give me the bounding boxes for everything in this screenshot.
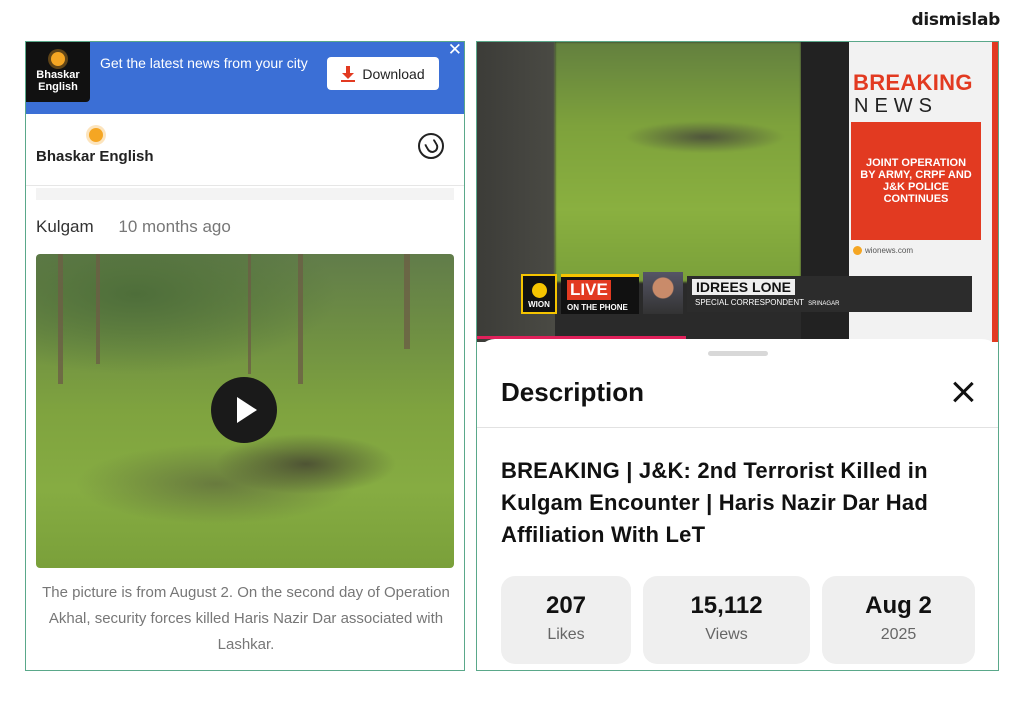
- tree-trunk: [96, 254, 100, 364]
- source-url: wionews.com: [853, 246, 913, 255]
- live-box: LIVE ON THE PHONE: [561, 274, 639, 314]
- stat-label: 2025: [880, 626, 917, 643]
- app-download-banner: Bhaskar English Get the latest news from…: [26, 42, 464, 114]
- tree-trunk: [404, 254, 410, 349]
- headline-box: JOINT OPERATION BY ARMY, CRPF AND J&K PO…: [851, 122, 981, 240]
- reporter-role: SPECIAL CORRESPONDENT: [695, 298, 805, 307]
- video-scene: [555, 42, 801, 282]
- lower-third: WION LIVE ON THE PHONE IDREES LONE SPECI…: [521, 272, 972, 314]
- tree-trunk: [248, 254, 251, 374]
- banner-text: Get the latest news from your city: [100, 55, 308, 71]
- youtube-screenshot: BREAKING NEWS JOINT OPERATION BY ARMY, C…: [476, 41, 999, 671]
- whatsapp-icon[interactable]: [418, 133, 444, 159]
- tree-trunk: [298, 254, 303, 384]
- reporter-role-line: SPECIAL CORRESPONDENT SRINAGAR: [695, 298, 839, 307]
- divider: [36, 188, 454, 200]
- drag-handle[interactable]: [708, 351, 768, 356]
- download-label: Download: [362, 65, 425, 82]
- wion-logo: WION: [521, 274, 557, 314]
- app-logo-line1: Bhaskar: [36, 68, 80, 81]
- breaking-label: BREAKING: [853, 70, 973, 95]
- stat-value: 207: [545, 592, 587, 619]
- news-label: NEWS: [854, 95, 938, 117]
- banner-close-icon[interactable]: ✕: [448, 42, 462, 60]
- divider: [477, 427, 998, 428]
- stat-value: Aug 2: [865, 592, 932, 619]
- sun-icon: [89, 128, 103, 142]
- bhaskar-screenshot: Bhaskar English Get the latest news from…: [25, 41, 465, 671]
- wion-logo-text: WION: [528, 300, 550, 309]
- reporter-city: SRINAGAR: [808, 301, 840, 307]
- description-sheet: Description BREAKING | J&K: 2nd Terroris…: [477, 339, 998, 670]
- image-caption: The picture is from August 2. On the sec…: [42, 584, 450, 653]
- video-thumbnail[interactable]: [36, 254, 454, 568]
- stat-value: 15,112: [690, 592, 763, 619]
- stat-label: Views: [705, 626, 748, 643]
- stat-date: Aug 2 2025: [822, 576, 975, 664]
- watermark-logo: dismislab: [911, 10, 1000, 30]
- on-phone-label: ON THE PHONE: [567, 303, 628, 312]
- article-meta: Kulgam 10 months ago: [36, 217, 231, 237]
- download-icon: [341, 65, 356, 82]
- stat-likes: 207 Likes: [501, 576, 631, 664]
- video-title: BREAKING | J&K: 2nd Terrorist Killed in …: [501, 458, 928, 547]
- stat-label: Likes: [547, 626, 585, 643]
- wion-dot-icon: [853, 246, 862, 255]
- sheet-title: Description: [501, 377, 645, 407]
- source-url-text: wionews.com: [865, 246, 914, 255]
- stat-views: 15,112 Views: [643, 576, 810, 664]
- app-logo-line2: English: [38, 80, 78, 93]
- site-header: Bhaskar English: [26, 114, 464, 186]
- article-location: Kulgam: [36, 217, 94, 236]
- play-icon[interactable]: [211, 377, 277, 443]
- article-time: 10 months ago: [118, 217, 231, 236]
- site-logo-text: Bhaskar English: [36, 148, 154, 165]
- wion-circle-icon: [531, 283, 547, 298]
- live-label: LIVE: [567, 280, 611, 300]
- red-stripe: [992, 42, 998, 342]
- reporter-portrait: [643, 272, 683, 314]
- video-player[interactable]: BREAKING NEWS JOINT OPERATION BY ARMY, C…: [477, 42, 998, 342]
- reporter-nameplate: IDREES LONE SPECIAL CORRESPONDENT SRINAGA…: [687, 276, 972, 312]
- sun-icon: [51, 51, 65, 66]
- close-icon[interactable]: [951, 380, 975, 404]
- reporter-name: IDREES LONE: [692, 279, 795, 295]
- bhaskar-app-logo: Bhaskar English: [26, 42, 90, 102]
- download-button[interactable]: Download: [327, 57, 439, 90]
- tree-trunk: [58, 254, 63, 384]
